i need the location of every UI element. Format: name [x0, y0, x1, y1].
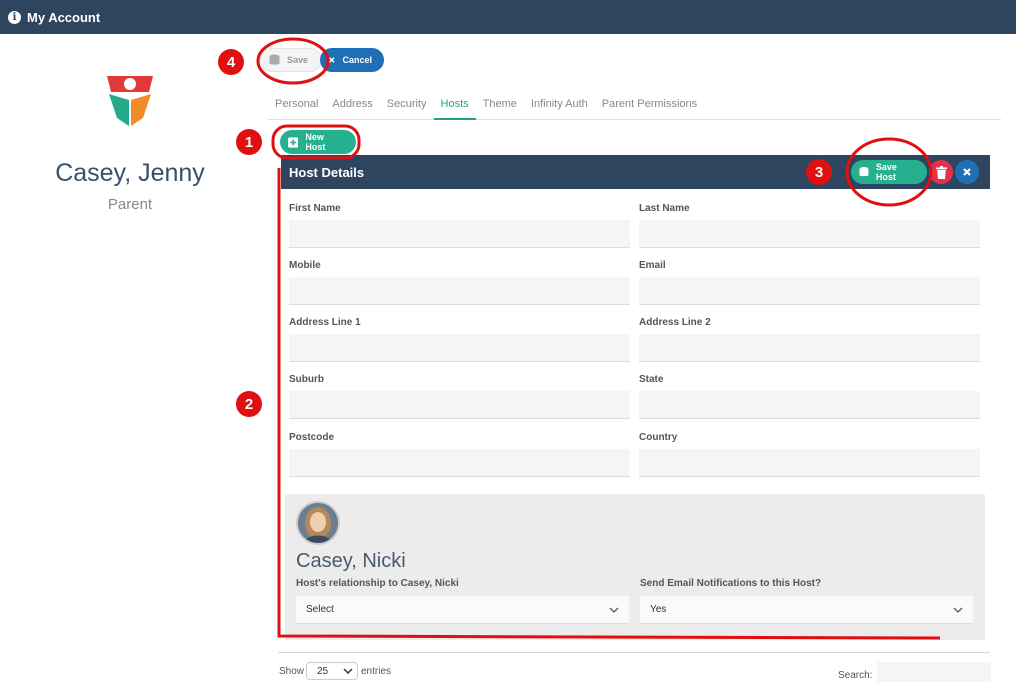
notify-label: Send Email Notifications to this Host? [640, 578, 822, 589]
close-icon [963, 168, 971, 176]
entries-label: entries [361, 666, 392, 677]
tab-infinity-auth[interactable]: Infinity Auth [524, 96, 595, 120]
school-logo-icon [107, 76, 153, 126]
annotation-badge-1: 1 [236, 129, 262, 155]
annotation-badge-2: 2 [236, 391, 262, 417]
country-field[interactable] [639, 449, 980, 477]
country-label: Country [639, 432, 678, 443]
state-label: State [639, 374, 664, 385]
child-photo-icon [298, 503, 338, 543]
search-input[interactable] [877, 662, 991, 682]
app-title: My Account [27, 9, 101, 25]
close-icon [328, 57, 335, 63]
address-line2-field[interactable] [639, 334, 980, 362]
account-tabs: Personal Address Security Hosts Theme In… [268, 96, 1001, 120]
database-icon [269, 54, 280, 65]
notify-select[interactable]: Yes [640, 596, 973, 624]
new-host-label: New Host [305, 132, 326, 152]
tab-hosts[interactable]: Hosts [433, 96, 476, 120]
first-name-field[interactable] [289, 220, 630, 248]
child-name: Casey, Nicki [296, 550, 406, 572]
relationship-value: Select [306, 604, 334, 615]
suburb-field[interactable] [289, 391, 630, 419]
tab-theme[interactable]: Theme [476, 96, 524, 120]
save-button[interactable]: Save [260, 48, 322, 72]
show-label: Show [279, 666, 305, 677]
plus-square-icon [288, 136, 299, 148]
entries-value: 25 [317, 665, 329, 677]
first-name-label: First Name [289, 203, 341, 214]
mobile-label: Mobile [289, 260, 321, 271]
profile-role: Parent [107, 196, 153, 213]
tab-address[interactable]: Address [325, 96, 379, 120]
cancel-label: Cancel [342, 55, 372, 65]
address-line2-label: Address Line 2 [639, 317, 711, 328]
tab-personal[interactable]: Personal [268, 96, 325, 120]
relationship-select[interactable]: Select [296, 596, 629, 624]
postcode-label: Postcode [289, 432, 335, 443]
divider [278, 652, 990, 653]
suburb-label: Suburb [289, 374, 324, 385]
database-icon [859, 167, 869, 177]
info-icon: i [8, 10, 21, 24]
close-host-button[interactable] [955, 160, 979, 184]
tab-security[interactable]: Security [380, 96, 434, 120]
profile-card: Casey, Jenny Parent [40, 70, 220, 213]
app-header: i My Account [0, 0, 1016, 34]
host-details-title: Host Details [289, 164, 365, 180]
profile-name: Casey, Jenny [55, 159, 205, 187]
save-label: Save [287, 55, 309, 65]
postcode-field[interactable] [289, 449, 630, 477]
search-label: Search: [838, 670, 873, 681]
tab-parent-permissions[interactable]: Parent Permissions [595, 96, 704, 120]
email-field[interactable] [639, 277, 980, 305]
address-line1-field[interactable] [289, 334, 630, 362]
annotation-badge-4: 4 [218, 49, 244, 75]
annotation-badge-3: 3 [806, 159, 832, 185]
notify-value: Yes [650, 604, 667, 615]
state-field[interactable] [639, 391, 980, 419]
cancel-button[interactable]: Cancel [320, 48, 384, 72]
delete-host-button[interactable] [929, 160, 953, 184]
entries-select[interactable]: 25 [306, 662, 358, 680]
save-host-button[interactable]: Save Host [851, 160, 927, 184]
last-name-field[interactable] [639, 220, 980, 248]
new-host-button[interactable]: New Host [280, 130, 356, 154]
relationship-label: Host's relationship to Casey, Nicki [296, 578, 459, 589]
chevron-down-icon [953, 607, 963, 613]
save-host-label: Save Host [875, 162, 897, 182]
avatar [296, 501, 340, 545]
address-line1-label: Address Line 1 [289, 317, 361, 328]
last-name-label: Last Name [639, 203, 690, 214]
chevron-down-icon [343, 668, 353, 674]
chevron-down-icon [609, 607, 619, 613]
trash-icon [935, 165, 947, 179]
mobile-field[interactable] [289, 277, 630, 305]
email-label: Email [639, 260, 666, 271]
